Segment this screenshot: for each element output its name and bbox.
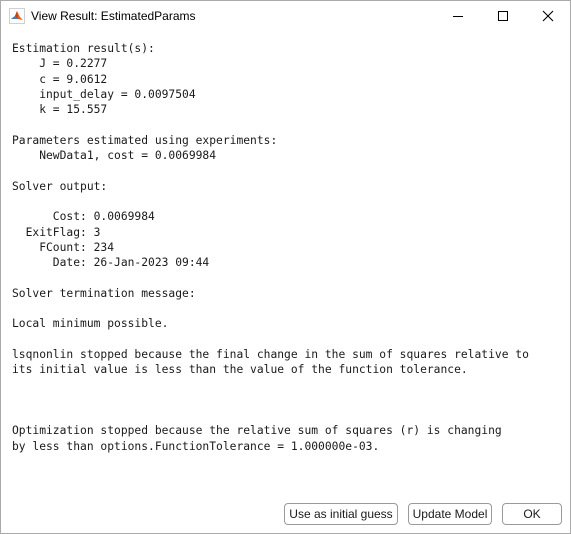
result-line: Local minimum possible. xyxy=(12,317,169,331)
result-line: Solver output: xyxy=(12,179,108,193)
result-line: J = 0.2277 xyxy=(12,57,108,71)
result-line: Solver termination message: xyxy=(12,286,196,300)
result-line xyxy=(12,378,567,393)
close-icon xyxy=(542,10,554,22)
result-line: k = 15.557 xyxy=(12,103,108,117)
matlab-icon xyxy=(9,8,25,24)
result-line: Date: 26-Jan-2023 09:44 xyxy=(12,256,210,270)
title-bar[interactable]: View Result: EstimatedParams xyxy=(1,1,570,32)
result-dialog: View Result: EstimatedParams Estimation … xyxy=(0,0,571,534)
result-line: NewData1, cost = 0.0069984 xyxy=(12,149,217,163)
result-line: FCount: 234 xyxy=(12,240,115,254)
result-line: Cost: 0.0069984 xyxy=(12,210,155,224)
close-button[interactable] xyxy=(525,1,570,31)
result-line xyxy=(12,163,567,178)
result-line xyxy=(12,270,567,285)
result-line: its initial value is less than the value… xyxy=(12,363,468,377)
result-line: by less than options.FunctionTolerance =… xyxy=(12,439,380,453)
result-line: Estimation result(s): xyxy=(12,42,155,55)
result-line: input_delay = 0.0097504 xyxy=(12,87,196,101)
ok-button[interactable]: OK xyxy=(502,503,562,525)
minimize-button[interactable] xyxy=(435,1,480,31)
result-line xyxy=(12,408,567,423)
result-text-area[interactable]: Estimation result(s): J = 0.2277 c = 9.0… xyxy=(12,41,567,481)
result-line: Optimization stopped because the relativ… xyxy=(12,424,502,438)
result-line: ExitFlag: 3 xyxy=(12,225,101,239)
result-line xyxy=(12,393,567,408)
result-line: c = 9.0612 xyxy=(12,72,108,86)
update-model-button[interactable]: Update Model xyxy=(408,503,492,525)
result-line xyxy=(12,117,567,132)
window-title: View Result: EstimatedParams xyxy=(31,9,196,23)
maximize-icon xyxy=(497,10,509,22)
result-line xyxy=(12,301,567,316)
result-line xyxy=(12,332,567,347)
use-as-initial-guess-button[interactable]: Use as initial guess xyxy=(284,503,398,525)
result-line: lsqnonlin stopped because the final chan… xyxy=(12,347,529,361)
maximize-button[interactable] xyxy=(480,1,525,31)
minimize-icon xyxy=(452,10,464,22)
result-line: Parameters estimated using experiments: xyxy=(12,133,278,147)
result-line xyxy=(12,194,567,209)
